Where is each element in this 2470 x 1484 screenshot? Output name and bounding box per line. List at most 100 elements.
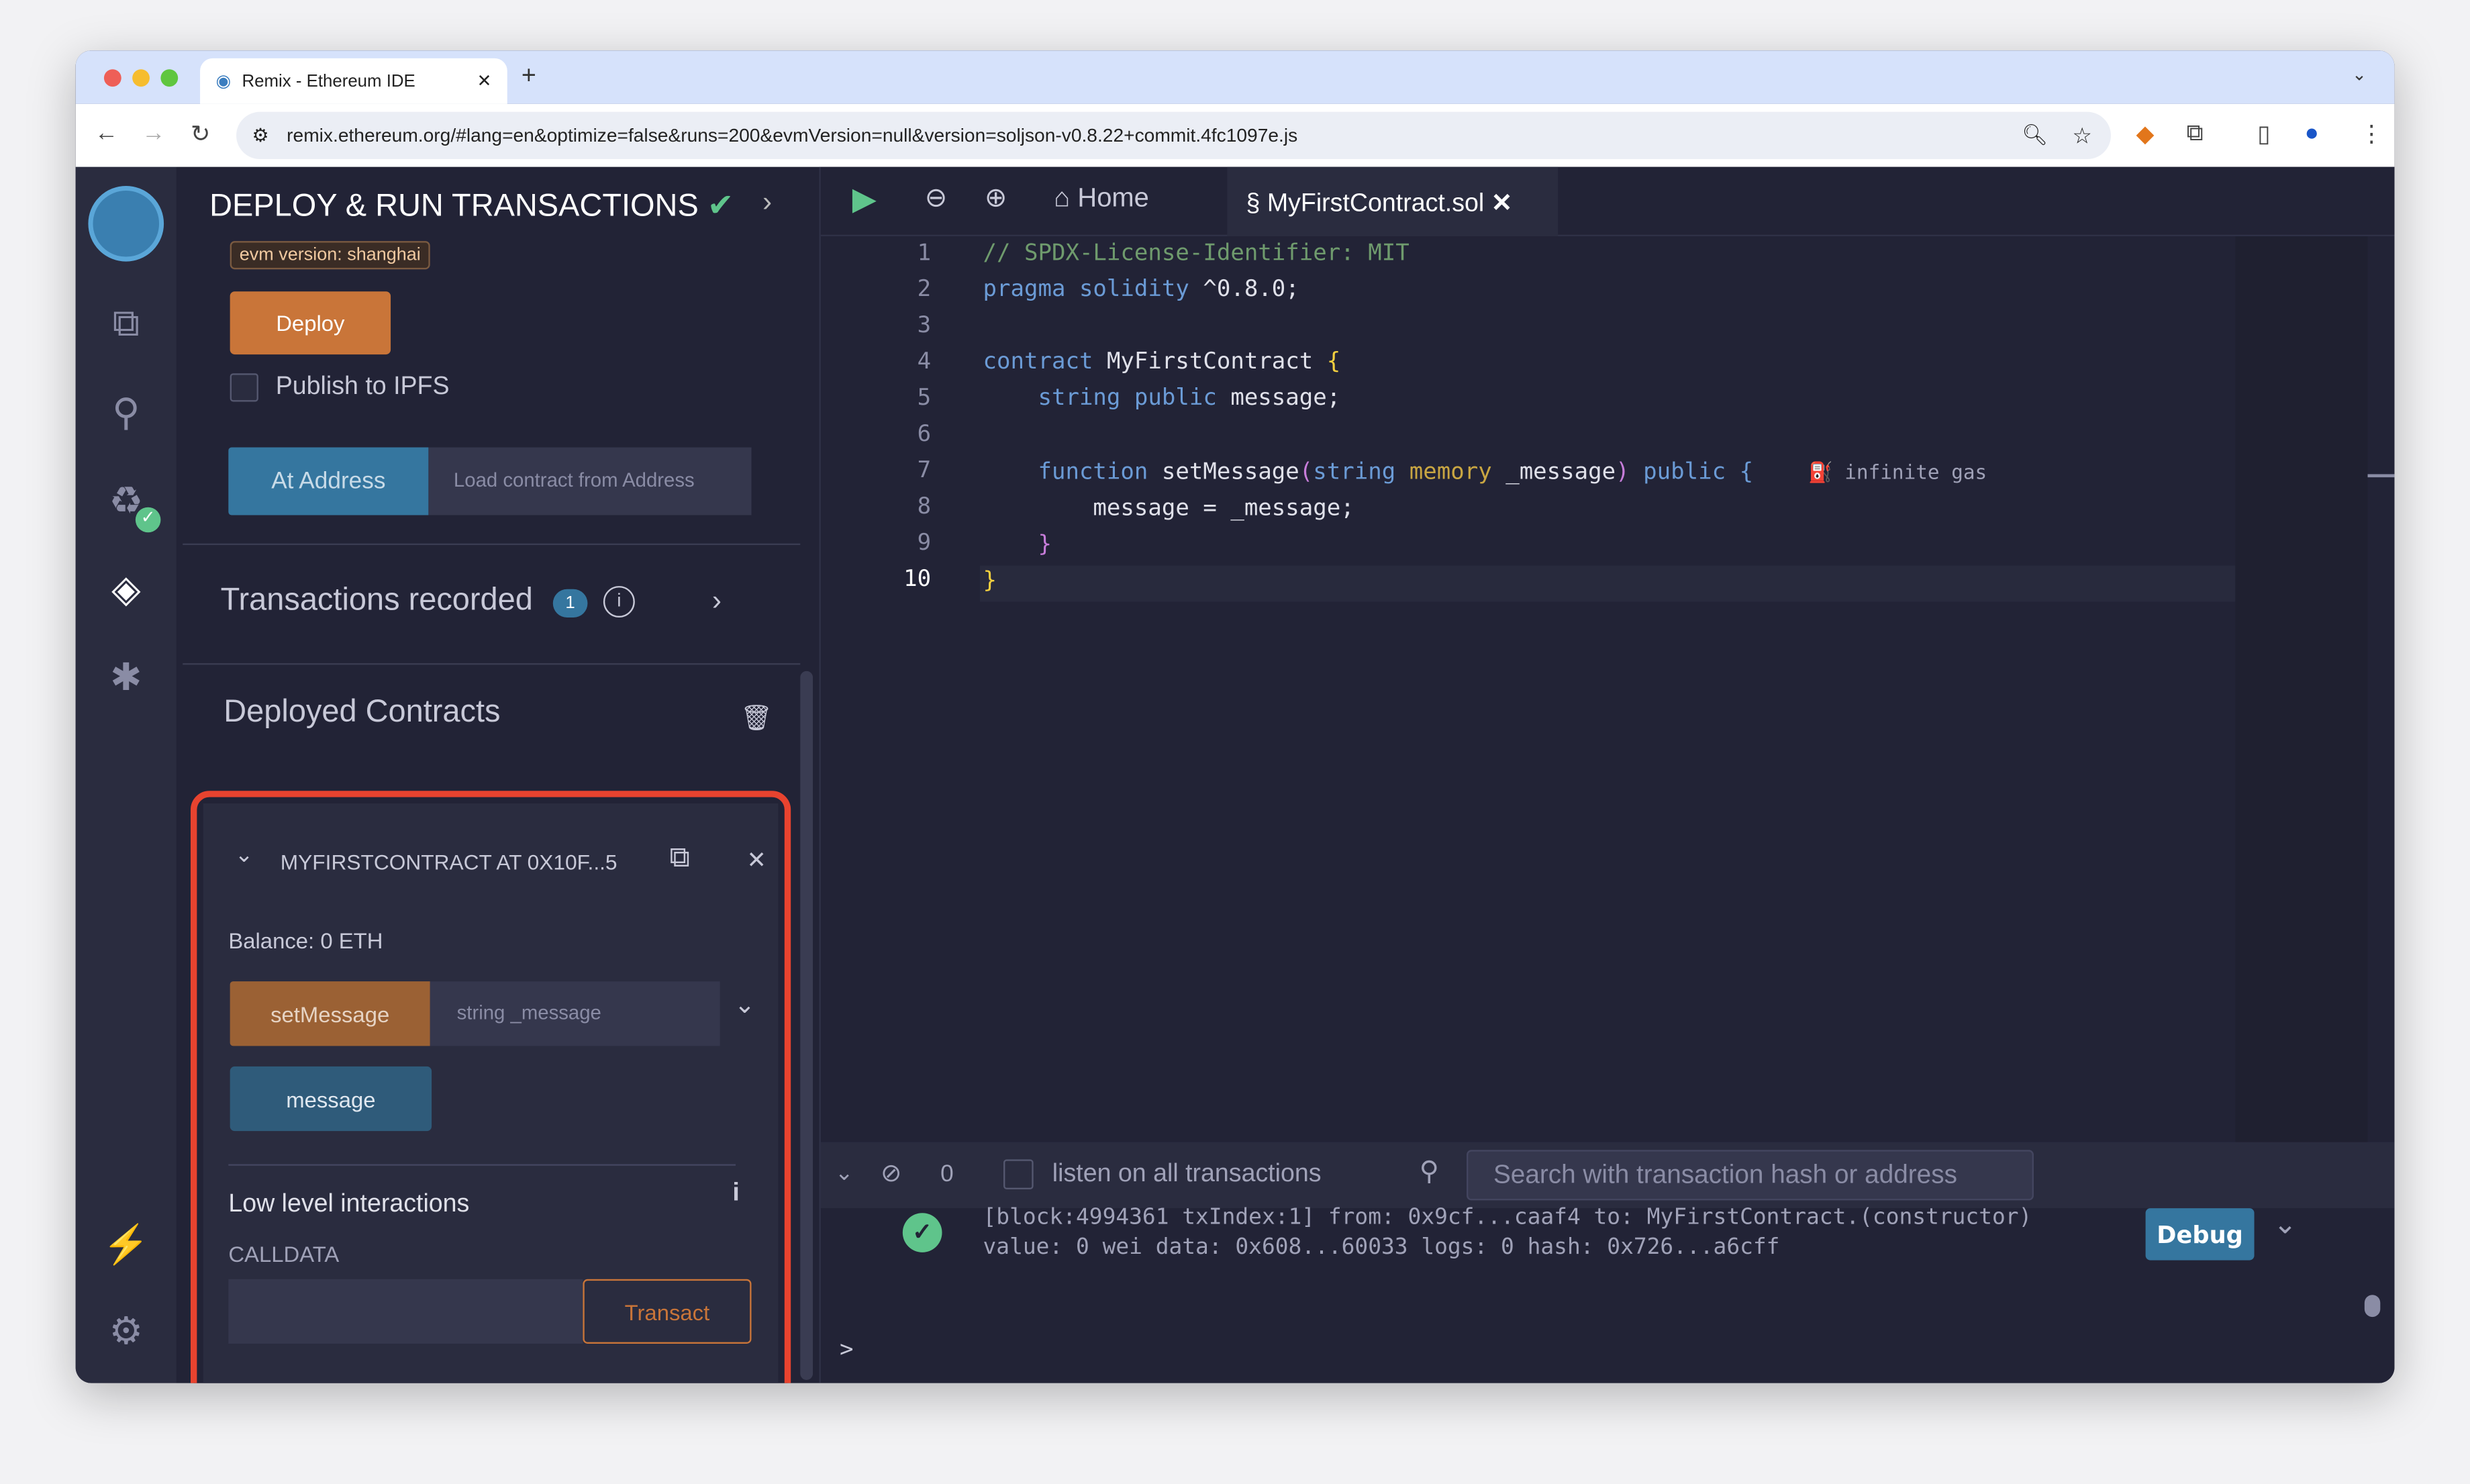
plugin-manager-icon[interactable]: ⚡ [101, 1222, 151, 1268]
code-editor[interactable]: // SPDX-License-Identifier: MIT pragma s… [983, 236, 1987, 600]
line-numbers: 1 2 3 4 5 6 7 8 9 10 [903, 241, 932, 593]
solidity-file-icon: § [1246, 190, 1261, 217]
calldata-label: CALLDATA [228, 1241, 340, 1267]
low-level-title: Low level interactions [228, 1191, 470, 1218]
terminal-search-input[interactable]: Search with transaction hash or address [1467, 1150, 2034, 1201]
tab-strip: ◉ Remix - Ethereum IDE ✕ + ⌄ [75, 50, 2395, 104]
expand-log-chevron-icon[interactable]: ⌄ [2273, 1208, 2297, 1241]
icon-panel: ⧉ ⚲ ♻ ✓ ◈ ✱ ⚡ ⚙ [75, 166, 177, 1383]
deployed-contracts-title: Deployed Contracts [224, 695, 501, 730]
success-check-icon: ✓ [902, 1213, 942, 1252]
terminal-scrollbar[interactable] [2364, 1295, 2381, 1318]
reload-icon[interactable]: ↻ [191, 119, 211, 148]
file-explorer-icon[interactable]: ⧉ [101, 303, 151, 347]
info-icon[interactable]: i [732, 1180, 739, 1208]
tx-count-badge: 1 [552, 589, 588, 618]
listen-label: listen on all transactions [1052, 1160, 1322, 1188]
listen-checkbox[interactable] [1003, 1159, 1034, 1189]
run-script-icon[interactable]: ▶ [852, 180, 877, 219]
transaction-log[interactable]: [block:4994361 txIndex:1] from: 0x9cf...… [983, 1203, 2032, 1263]
search-icon: ⚲ [1419, 1156, 1439, 1187]
transact-button[interactable]: Transact [583, 1279, 752, 1344]
terminal-toolbar: ⌄ ⊘ 0 listen on all transactions ⚲ Searc… [820, 1142, 2395, 1209]
close-window-button[interactable] [103, 69, 121, 87]
maximize-window-button[interactable] [160, 69, 179, 87]
tab-title: Remix - Ethereum IDE [242, 71, 415, 91]
terminal-prompt[interactable]: > [840, 1333, 853, 1369]
calldata-input[interactable] [228, 1279, 583, 1344]
chevron-right-icon[interactable]: › [762, 186, 772, 219]
balance-text: Balance: 0 ETH [228, 928, 383, 953]
search-icon[interactable]: ⚲ [101, 391, 151, 436]
toolbar: ← → ↻ ⚙ remix.ethereum.org/#lang=en&opti… [75, 103, 2395, 167]
compiled-check-icon: ✓ [135, 507, 161, 533]
transactions-recorded-label[interactable]: Transactions recorded [221, 583, 533, 619]
evm-version-badge: evm version: shanghai [230, 241, 430, 270]
set-message-button[interactable]: setMessage [230, 981, 430, 1046]
minimap[interactable] [2235, 236, 2368, 1142]
close-icon[interactable]: ✕ [746, 846, 767, 875]
tab-myfirstcontract[interactable]: § MyFirstContract.sol ✕ [1227, 166, 1559, 237]
browser-tab[interactable]: ◉ Remix - Ethereum IDE ✕ [200, 58, 507, 104]
expand-chevron-icon[interactable]: ⌄ [734, 989, 755, 1021]
panel-title: DEPLOY & RUN TRANSACTIONS ✔ [209, 189, 734, 224]
contract-instance-name[interactable]: MYFIRSTCONTRACT AT 0X10F...5 [281, 850, 627, 874]
editor-area: ▶ ⊖ ⊕ ⌂ Home § MyFirstContract.sol ✕ 1 2… [819, 166, 2395, 1383]
close-tab-icon[interactable]: ✕ [1491, 191, 1512, 217]
divider [183, 543, 801, 546]
tab-home[interactable]: ⌂ Home [1054, 183, 1149, 214]
remix-favicon-icon: ◉ [215, 72, 232, 92]
minimize-window-button[interactable] [132, 69, 150, 87]
editor-tab-bar: ▶ ⊖ ⊕ ⌂ Home § MyFirstContract.sol ✕ [820, 166, 2395, 237]
extensions-icon[interactable]: ⧉ [2187, 119, 2204, 146]
deploy-run-panel: DEPLOY & RUN TRANSACTIONS ✔ › evm versio… [176, 166, 820, 1383]
back-icon[interactable]: ← [95, 119, 118, 146]
at-address-button[interactable]: At Address [228, 447, 429, 515]
bookmark-star-icon[interactable]: ☆ [2072, 122, 2091, 149]
tab-search-button[interactable]: ⌄ [2352, 64, 2367, 85]
new-tab-button[interactable]: + [522, 63, 536, 91]
profile-icon[interactable]: ● [2305, 119, 2319, 146]
menu-icon[interactable]: ⋮ [2360, 119, 2383, 148]
remix-logo[interactable] [88, 185, 164, 262]
trash-icon[interactable]: 🗑︎ [740, 703, 773, 734]
deploy-run-icon[interactable]: ◈ [101, 567, 151, 613]
load-address-input[interactable]: Load contract from Address [428, 447, 752, 515]
zoom-in-icon[interactable]: ⊕ [985, 183, 1007, 214]
site-settings-icon[interactable]: ⚙ [252, 124, 269, 146]
home-icon: ⌂ [1054, 183, 1071, 213]
deploy-button[interactable]: Deploy [230, 291, 391, 355]
deployed-contract-highlight: ⌄ MYFIRSTCONTRACT AT 0X10F...5 ⧉ ✕ Balan… [190, 791, 791, 1383]
success-check-icon: ✔ [707, 189, 734, 224]
collapse-terminal-icon[interactable]: ⌄ [835, 1159, 854, 1186]
zoom-out-icon[interactable]: ⊖ [925, 183, 947, 214]
metamask-icon[interactable]: ◆ [2136, 119, 2155, 148]
code-line: pragma solidity [983, 277, 1189, 303]
side-panel-icon[interactable]: ▯ [2257, 119, 2270, 148]
editor-scrollbar[interactable] [2367, 474, 2395, 478]
divider [228, 1164, 736, 1166]
info-icon[interactable]: i [603, 586, 635, 618]
message-button[interactable]: message [230, 1066, 432, 1132]
debug-button[interactable]: Debug [2145, 1208, 2255, 1260]
chevron-right-icon[interactable]: › [712, 585, 722, 617]
address-bar[interactable]: ⚙ remix.ethereum.org/#lang=en&optimize=f… [236, 111, 2111, 160]
copy-icon[interactable]: ⧉ [669, 841, 689, 874]
chevron-down-icon[interactable]: ⌄ [235, 841, 254, 868]
clear-console-icon[interactable]: ⊘ [881, 1158, 901, 1189]
pending-tx-count: 0 [940, 1160, 954, 1188]
browser-window: ◉ Remix - Ethereum IDE ✕ + ⌄ ← → ↻ ⚙ rem… [75, 50, 2395, 1383]
url-text: remix.ethereum.org/#lang=en&optimize=fal… [287, 124, 1298, 147]
publish-ipfs-checkbox[interactable] [230, 373, 258, 402]
set-message-input[interactable]: string _message [430, 981, 720, 1046]
zoom-icon[interactable]: 🔍︎ [2022, 123, 2048, 148]
debugger-icon[interactable]: ✱ [101, 655, 151, 701]
settings-gear-icon[interactable]: ⚙ [101, 1309, 151, 1354]
panel-scrollbar[interactable] [800, 671, 813, 1380]
forward-icon[interactable]: → [142, 119, 165, 146]
code-line: // SPDX-License-Identifier: MIT [983, 241, 1410, 266]
divider [183, 663, 801, 665]
close-tab-icon[interactable]: ✕ [477, 71, 492, 91]
publish-ipfs-label: Publish to IPFS [275, 373, 450, 401]
gas-hint: ⛽ infinite gas [1808, 460, 1987, 484]
